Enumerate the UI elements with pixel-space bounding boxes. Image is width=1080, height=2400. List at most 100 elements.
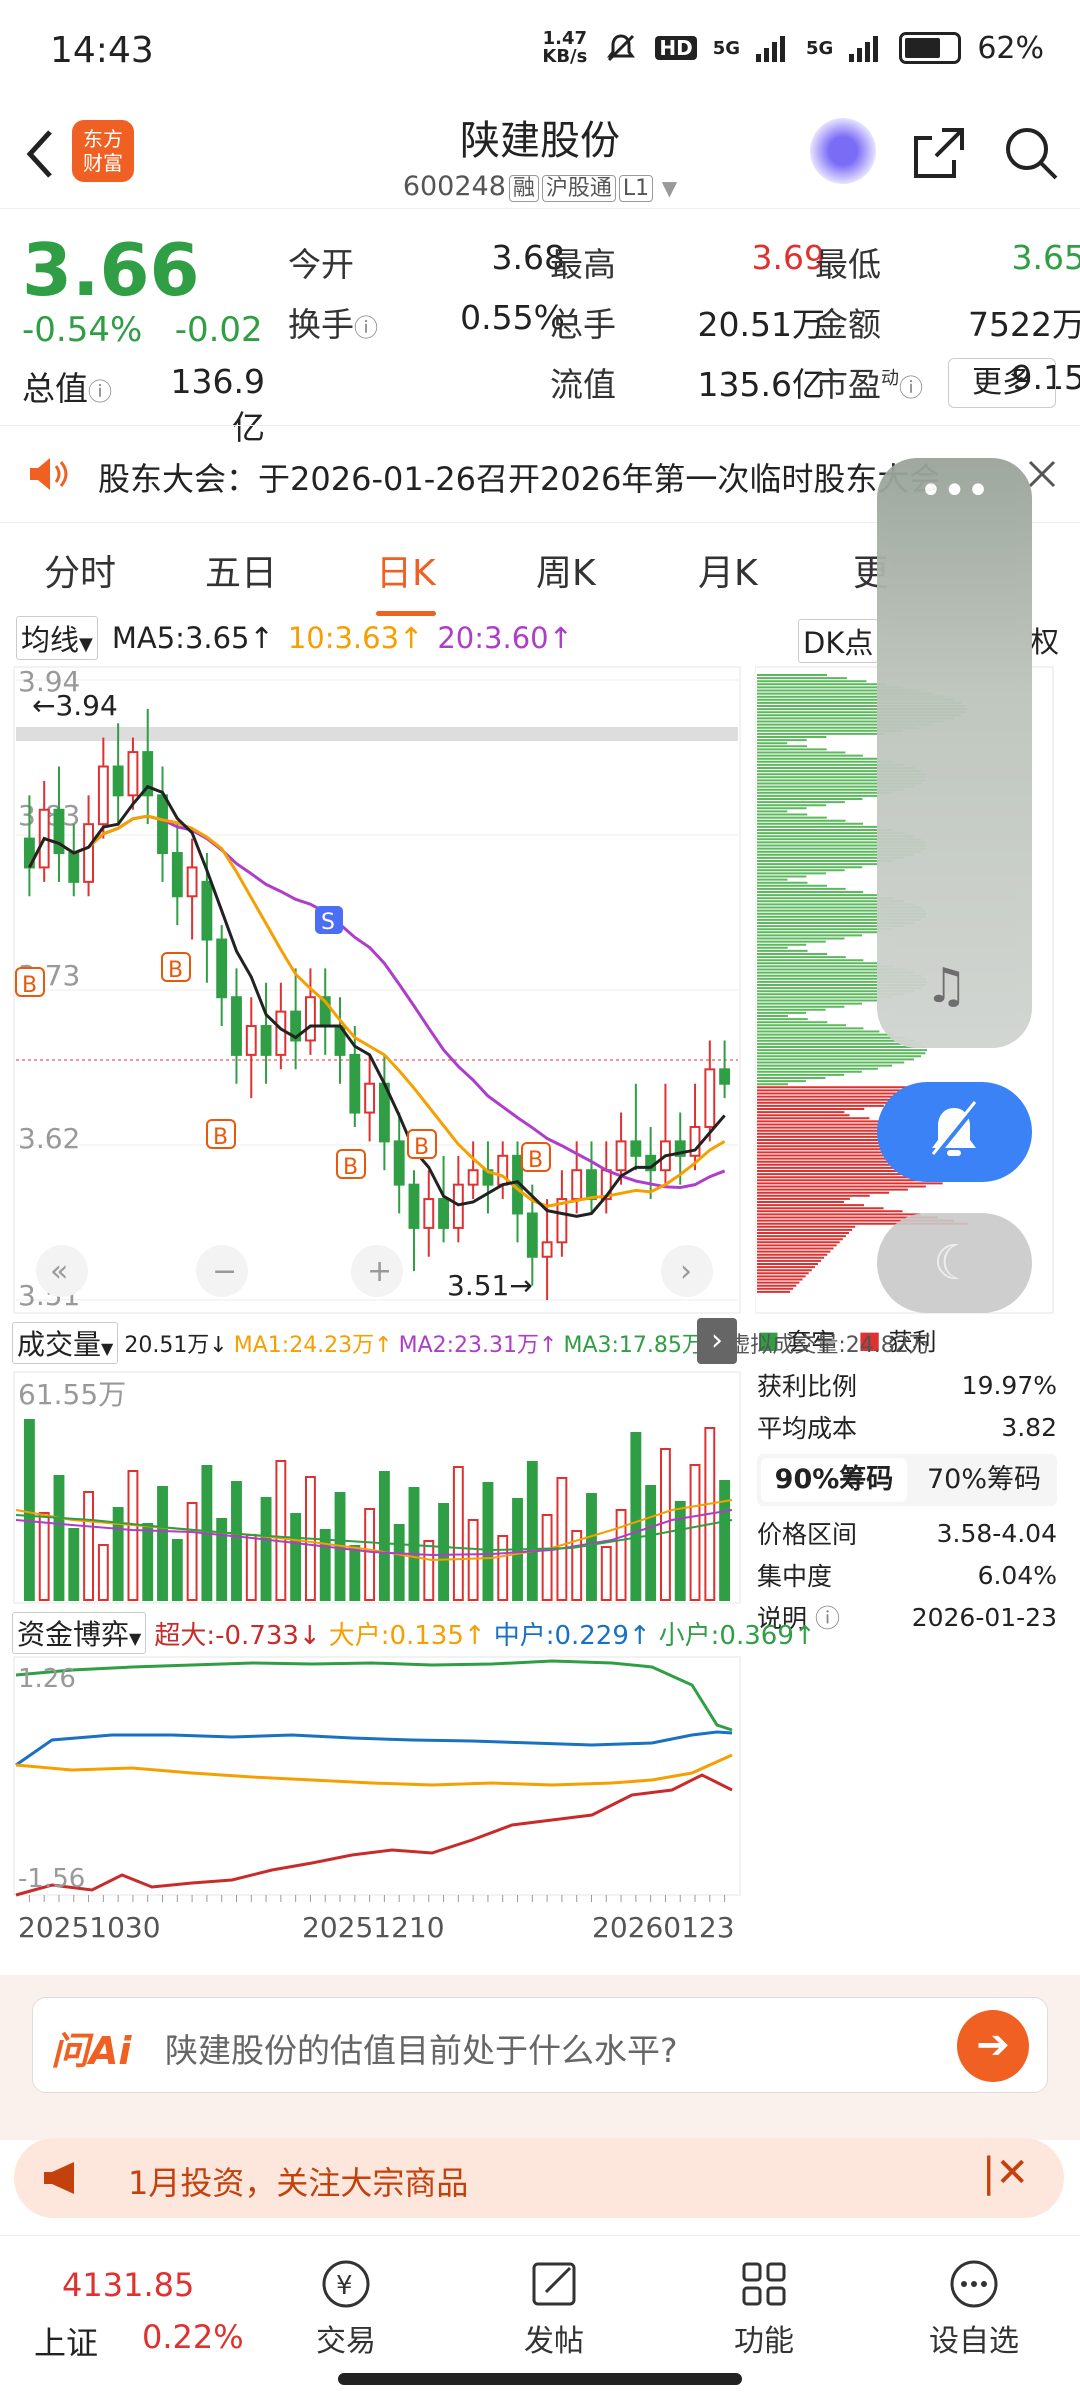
tab-monthly-k[interactable]: 月K: [698, 544, 758, 596]
tab-chip-70[interactable]: 70%筹码: [911, 1454, 1057, 1506]
signal-icon-2: [849, 36, 879, 62]
floating-panel[interactable]: ••• ♫: [877, 458, 1032, 1048]
adjust-button[interactable]: 权: [1030, 619, 1059, 661]
volume-bar: [83, 1491, 94, 1601]
trade-button[interactable]: ¥ 交易: [266, 2256, 426, 2360]
volume-bar: [53, 1475, 65, 1601]
stat-value: 135.6亿: [697, 365, 825, 404]
tab-chip-90[interactable]: 90%筹码: [761, 1458, 907, 1502]
mute-toggle-button[interactable]: [877, 1082, 1032, 1182]
fund-big: 大户:0.135↑: [328, 1620, 486, 1651]
pe-superscript: 动: [881, 368, 899, 389]
ai-ask-section: 问Ai 陕建股份的估值目前处于什么水平? ➔: [0, 1975, 1080, 2140]
info-icon[interactable]: ⓘ: [815, 1604, 840, 1633]
promo-banner[interactable]: 1月投资，关注大宗商品 |✕: [14, 2138, 1064, 2218]
kline-chart[interactable]: 3.94 3.83 3.73 3.62 3.51 ←3.94 3.51→ B B…: [12, 665, 742, 1315]
index-change[interactable]: 0.22%: [142, 2318, 244, 2356]
volume-bar: [171, 1539, 183, 1601]
battery-icon: [899, 32, 962, 64]
stat-value: 3.65: [1011, 238, 1080, 277]
status-time: 14:43: [50, 30, 154, 71]
promo-text: 1月投资，关注大宗商品: [128, 2164, 469, 2202]
x-tick-0: 20251030: [18, 1911, 161, 1944]
ai-placeholder: 陕建股份的估值目前处于什么水平?: [165, 2031, 678, 2070]
sell-marker-label: S: [321, 910, 335, 935]
robot-avatar-icon[interactable]: [810, 118, 876, 184]
svg-text:¥: ¥: [336, 2271, 353, 2301]
candle: [364, 1082, 376, 1114]
trade-label: 交易: [316, 2324, 376, 2359]
volume-bar: [393, 1524, 405, 1601]
candle: [615, 1140, 627, 1172]
x-tick-1: 20251210: [302, 1911, 445, 1944]
volume-bar: [245, 1534, 257, 1601]
music-icon[interactable]: ♫: [925, 958, 968, 1014]
volume-bar: [231, 1481, 242, 1601]
signal-icon: [756, 36, 785, 62]
eastmoney-logo[interactable]: 东方 财富: [72, 120, 134, 182]
more-dots-icon[interactable]: •••: [877, 468, 1032, 514]
moon-icon: ☾: [932, 1235, 977, 1291]
candle: [571, 1169, 583, 1201]
stat-label: 最高: [550, 245, 616, 284]
profit-ratio: 19.97%: [961, 1370, 1057, 1400]
volume-bar: [467, 1519, 479, 1601]
stat-value: 3.69: [751, 238, 825, 277]
notice-text: 股东大会：于2026-01-26召开2026年第一次临时股东大会: [98, 460, 938, 498]
expand-indicator-button[interactable]: ›: [697, 1318, 737, 1364]
ai-send-button[interactable]: ➔: [957, 2010, 1029, 2082]
max-price-label: ←3.94: [32, 689, 118, 722]
volume-bar: [615, 1509, 627, 1601]
logo-line1: 东方: [83, 127, 123, 151]
ma-selector-label: 均线: [21, 623, 80, 657]
volume-bar: [349, 1545, 361, 1601]
candle: [704, 1068, 716, 1128]
ai-logo: 问Ai: [51, 2029, 132, 2073]
volume-bar: [674, 1501, 686, 1601]
post-button[interactable]: 发帖: [474, 2256, 634, 2360]
dnd-toggle-button[interactable]: ☾: [877, 1213, 1032, 1313]
candle: [260, 1025, 272, 1056]
vol-ma1: MA1:24.23万↑: [233, 1333, 393, 1358]
search-icon[interactable]: [1000, 122, 1062, 184]
candle: [83, 823, 94, 883]
index-name[interactable]: 上证: [34, 2318, 98, 2364]
tab-five-day[interactable]: 五日: [205, 544, 277, 596]
back-arrow-icon[interactable]: [20, 124, 60, 184]
home-indicator[interactable]: [338, 2373, 742, 2385]
candle: [408, 1183, 420, 1229]
candle: [541, 1241, 553, 1258]
chevron-down-icon[interactable]: ▼: [662, 176, 677, 200]
candle: [438, 1198, 449, 1229]
candle: [526, 1212, 538, 1258]
fund-selector-label: 资金博弈: [17, 1618, 130, 1651]
tab-intraday[interactable]: 分时: [44, 544, 116, 596]
ma-selector[interactable]: 均线▼: [16, 616, 98, 660]
more-button[interactable]: 更多: [948, 358, 1056, 408]
index-value[interactable]: 4131.85: [62, 2266, 194, 2304]
min-price-label: 3.51→: [447, 1269, 533, 1302]
buy-marker-label: B: [22, 973, 37, 998]
volume-bar: [127, 1470, 139, 1601]
functions-button[interactable]: 功能: [684, 2256, 844, 2360]
signal-5g-2: 5G: [806, 37, 834, 59]
add-watchlist-button[interactable]: 设自选: [894, 2256, 1054, 2360]
share-icon[interactable]: [908, 122, 970, 184]
info-icon[interactable]: ⓘ: [88, 378, 112, 406]
tab-weekly-k[interactable]: 周K: [536, 544, 596, 596]
info-icon[interactable]: ⓘ: [354, 314, 378, 342]
net-speed: 1.47 KB/s: [542, 30, 587, 66]
title-block[interactable]: 陕建股份 600248 融沪股通 L1 ▼: [300, 108, 780, 202]
tab-daily-k[interactable]: 日K: [376, 544, 436, 616]
close-promo-icon[interactable]: |✕: [982, 2150, 1029, 2196]
vol-ma2: MA2:23.31万↑: [398, 1333, 558, 1358]
dk-point-button[interactable]: DK点: [798, 619, 879, 663]
fund-selector[interactable]: 资金博弈▼: [12, 1612, 147, 1654]
volume-bar: [290, 1513, 302, 1601]
volume-selector-label: 成交量: [17, 1328, 102, 1361]
volume-selector[interactable]: 成交量▼: [12, 1322, 119, 1364]
candle: [157, 794, 168, 855]
fund-legend: 资金博弈▼ 超大:-0.733↓ 大户:0.135↑ 中户:0.229↑ 小户:…: [12, 1610, 816, 1656]
ai-input-box[interactable]: 问Ai 陕建股份的估值目前处于什么水平? ➔: [32, 1997, 1048, 2093]
stock-code: 600248: [402, 171, 506, 202]
